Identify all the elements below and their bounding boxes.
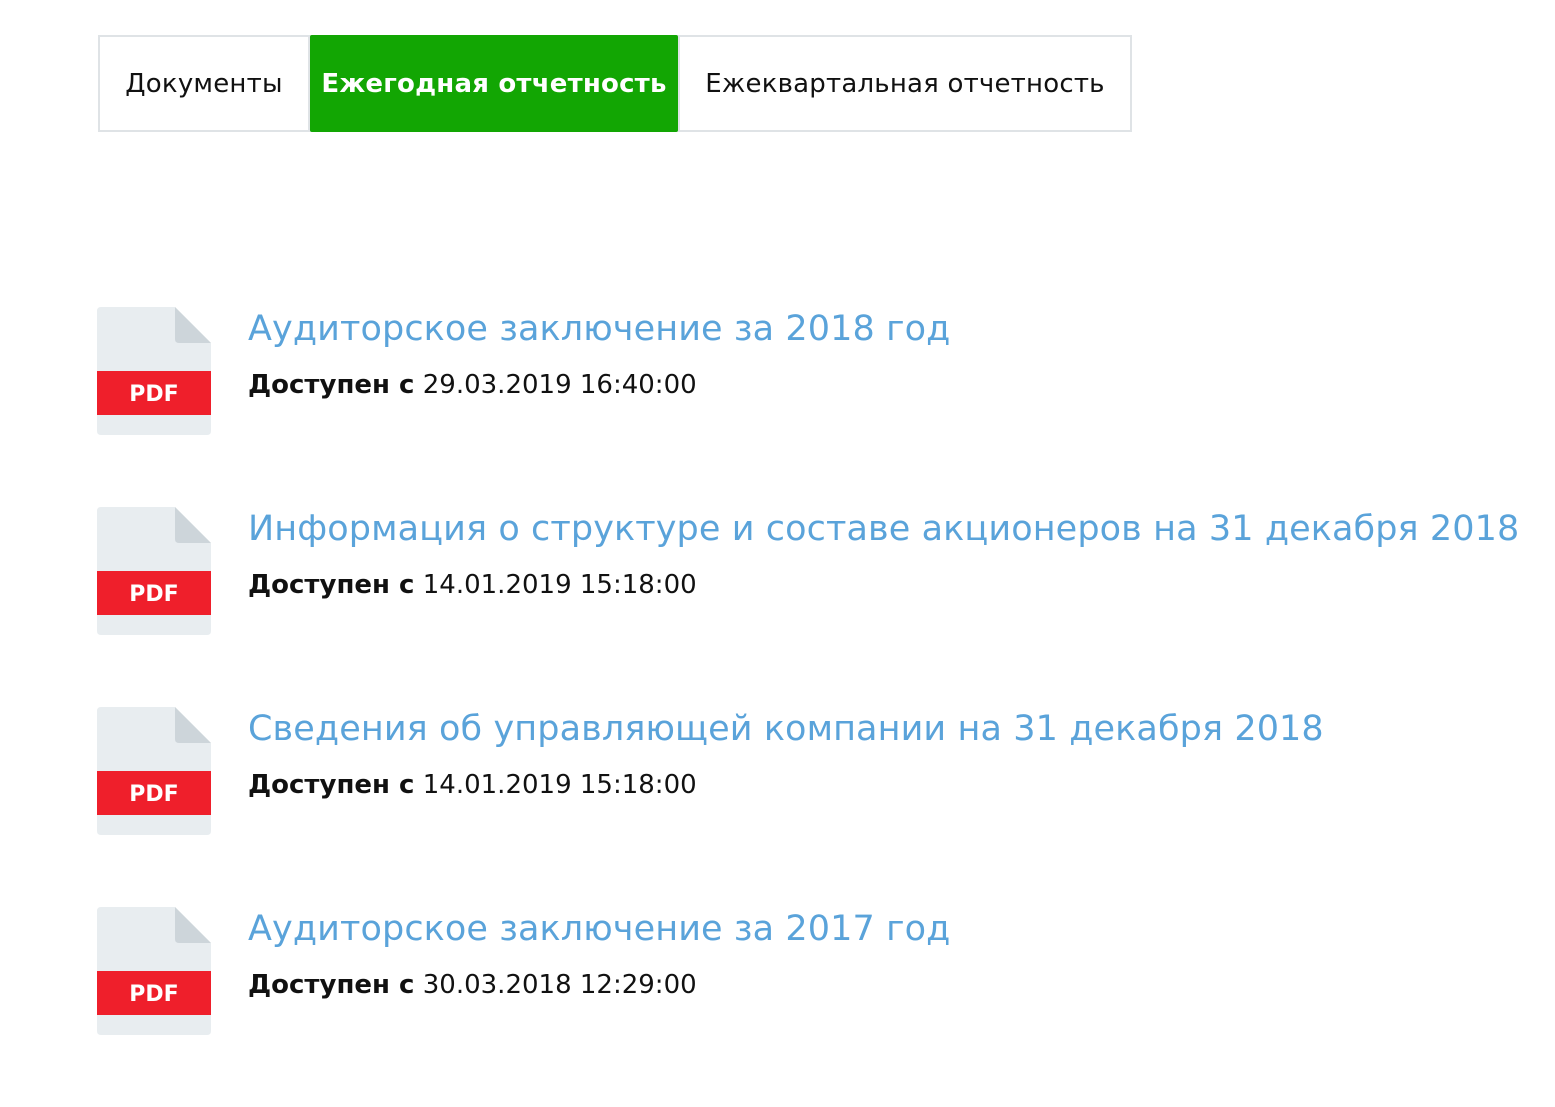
pdf-file-icon[interactable]: PDF bbox=[97, 507, 211, 635]
document-availability: Доступен с 30.03.2018 12:29:00 bbox=[248, 968, 950, 1002]
svg-text:PDF: PDF bbox=[129, 982, 178, 1007]
document-list: PDF Аудиторское заключение за 2018 год Д… bbox=[97, 307, 1519, 1107]
document-item: PDF Аудиторское заключение за 2017 год Д… bbox=[97, 907, 1517, 1035]
document-title-link[interactable]: Информация о структуре и составе акционе… bbox=[248, 507, 1519, 551]
pdf-file-icon[interactable]: PDF bbox=[97, 307, 211, 435]
document-item: PDF Информация о структуре и составе акц… bbox=[97, 507, 1519, 635]
report-tabs: Документы Ежегодная отчетность Ежекварта… bbox=[98, 35, 1132, 132]
document-item: PDF Аудиторское заключение за 2018 год Д… bbox=[97, 307, 1517, 435]
document-title-link[interactable]: Аудиторское заключение за 2018 год bbox=[248, 307, 950, 351]
document-item: PDF Сведения об управляющей компании на … bbox=[97, 707, 1517, 835]
tab-quarterly-reports[interactable]: Ежеквартальная отчетность bbox=[678, 37, 1130, 130]
document-title-link[interactable]: Сведения об управляющей компании на 31 д… bbox=[248, 707, 1324, 751]
available-label: Доступен с bbox=[248, 970, 415, 1000]
available-label: Доступен с bbox=[248, 770, 415, 800]
available-date: 14.01.2019 15:18:00 bbox=[422, 770, 697, 800]
pdf-file-icon[interactable]: PDF bbox=[97, 707, 211, 835]
available-label: Доступен с bbox=[248, 370, 415, 400]
pdf-file-icon[interactable]: PDF bbox=[97, 907, 211, 1035]
document-availability: Доступен с 29.03.2019 16:40:00 bbox=[248, 368, 950, 402]
available-label: Доступен с bbox=[248, 570, 415, 600]
available-date: 14.01.2019 15:18:00 bbox=[422, 570, 697, 600]
tab-documents[interactable]: Документы bbox=[100, 37, 310, 130]
available-date: 30.03.2018 12:29:00 bbox=[422, 970, 697, 1000]
document-availability: Доступен с 14.01.2019 15:18:00 bbox=[248, 568, 1519, 602]
document-availability: Доступен с 14.01.2019 15:18:00 bbox=[248, 768, 1324, 802]
document-title-link[interactable]: Аудиторское заключение за 2017 год bbox=[248, 907, 950, 951]
available-date: 29.03.2019 16:40:00 bbox=[422, 370, 697, 400]
svg-text:PDF: PDF bbox=[129, 582, 178, 607]
tab-annual-reports[interactable]: Ежегодная отчетность bbox=[310, 35, 678, 132]
svg-text:PDF: PDF bbox=[129, 782, 178, 807]
svg-text:PDF: PDF bbox=[129, 382, 178, 407]
